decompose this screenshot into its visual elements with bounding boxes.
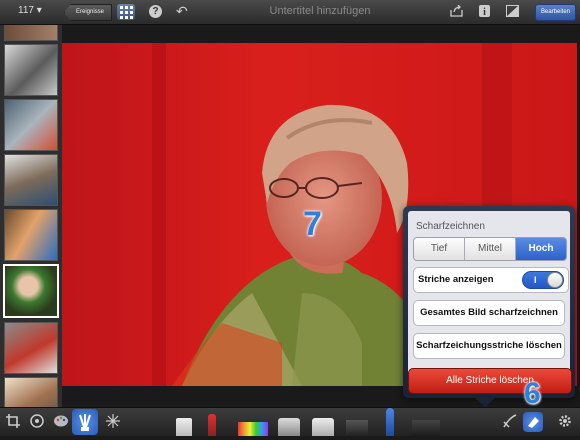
clear-sharpen-strokes-button[interactable]: Scharfzeichungsstriche löschen — [413, 333, 565, 359]
top-toolbar: 117 ▾ Ereignisse ? ↶ Untertitel hinzufüg… — [0, 0, 580, 25]
thumbnail-selected[interactable] — [3, 264, 59, 318]
brush-sharpen-active[interactable] — [386, 408, 394, 436]
brush-saturate[interactable] — [238, 422, 268, 436]
thumbnail-sidebar[interactable] — [0, 25, 62, 407]
caption-field[interactable]: Untertitel hinzufügen — [230, 5, 410, 17]
popover-title: Scharfzeichnen — [416, 221, 485, 232]
show-strokes-label: Striche anzeigen — [418, 274, 494, 285]
brush-darken[interactable] — [346, 420, 368, 436]
brushes-icon — [79, 414, 91, 431]
photo-count-dropdown[interactable]: 117 ▾ — [18, 5, 42, 16]
grid-view-button[interactable] — [117, 4, 135, 20]
thumbnail[interactable] — [4, 44, 58, 96]
brush-desaturate[interactable] — [412, 420, 440, 436]
segment-low[interactable]: Tief — [414, 238, 465, 260]
svg-text:i: i — [483, 7, 486, 17]
bottom-toolbar — [0, 407, 580, 436]
info-icon[interactable]: i — [478, 5, 491, 17]
toggle-knob — [547, 272, 563, 288]
crop-icon[interactable] — [6, 414, 20, 428]
brush-repair[interactable] — [176, 418, 192, 436]
brush-strokes-icon[interactable] — [503, 414, 517, 428]
popover-arrow — [475, 398, 495, 407]
thumbnail[interactable] — [4, 25, 58, 41]
brush-soften[interactable] — [312, 418, 334, 436]
delete-all-strokes-button[interactable]: Alle Striche löschen — [408, 368, 572, 394]
popover-panel: Scharfzeichnen Tief Mittel Hoch Striche … — [408, 211, 570, 389]
strength-segmented-control[interactable]: Tief Mittel Hoch — [413, 237, 567, 261]
eraser-tool-active[interactable] — [523, 412, 543, 432]
toggle-on-mark: I — [534, 275, 537, 285]
back-button[interactable]: Ereignisse — [64, 4, 113, 21]
brush-red-eye[interactable] — [208, 414, 216, 436]
segment-medium[interactable]: Mittel — [465, 238, 516, 260]
thumbnail[interactable] — [4, 154, 58, 206]
step-badge-7: 7 — [303, 205, 322, 243]
brushes-tool-active[interactable] — [72, 409, 98, 435]
show-strokes-toggle[interactable]: I — [522, 271, 564, 289]
thumbnail[interactable] — [4, 209, 58, 261]
thumbnail[interactable] — [4, 99, 58, 151]
brush-lighten[interactable] — [278, 418, 300, 436]
thumbnail[interactable] — [4, 322, 58, 374]
edit-button[interactable]: Bearbeiten — [535, 4, 577, 21]
share-icon[interactable] — [450, 5, 463, 17]
sharpen-popover: Scharfzeichnen Tief Mittel Hoch Striche … — [403, 206, 575, 398]
compare-icon[interactable] — [506, 5, 519, 17]
segment-high[interactable]: Hoch — [516, 238, 566, 260]
eraser-icon — [528, 417, 539, 428]
help-icon[interactable]: ? — [149, 5, 162, 18]
effects-icon[interactable] — [106, 414, 120, 428]
show-strokes-row: Striche anzeigen I — [413, 267, 569, 293]
undo-icon[interactable]: ↶ — [176, 3, 188, 20]
exposure-icon[interactable] — [30, 414, 44, 428]
color-palette-icon[interactable] — [54, 414, 68, 428]
thumbnail[interactable] — [4, 377, 58, 407]
gear-icon[interactable] — [558, 414, 572, 428]
sharpen-all-button[interactable]: Gesamtes Bild scharfzeichnen — [413, 300, 565, 326]
step-badge-6: 6 — [524, 377, 541, 410]
